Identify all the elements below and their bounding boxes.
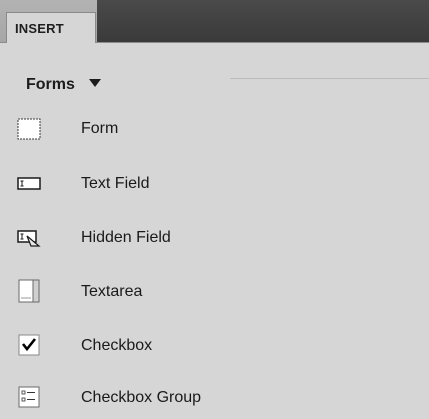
textarea-icon [18,279,40,303]
item-label-hidden-field: Hidden Field [81,229,171,246]
list-item-text-field[interactable]: Text Field [0,166,429,202]
item-label-textarea: Textarea [81,283,143,300]
category-label: Forms [26,76,75,93]
chevron-down-icon [89,78,102,87]
item-label-checkbox: Checkbox [81,337,153,354]
hidden-field-icon [17,230,41,247]
category-dropdown[interactable]: Forms [26,76,102,98]
tab-bar-background [97,0,429,42]
tab-insert-label: INSERT [15,21,64,36]
list-item-checkbox-group[interactable]: Checkbox Group [0,383,429,419]
item-label-text-field: Text Field [81,175,150,192]
item-label-checkbox-group: Checkbox Group [81,389,202,406]
panel-tab-bar: INSERT [0,0,429,43]
form-icon [17,118,41,140]
list-item-form[interactable]: Form [0,112,429,148]
list-item-checkbox[interactable]: Checkbox [0,329,429,365]
tab-insert[interactable]: INSERT [6,12,96,43]
text-field-icon [17,177,41,190]
item-label-form: Form [81,120,119,137]
category-divider [230,78,429,79]
list-item-textarea[interactable]: Textarea [0,275,429,311]
checkbox-icon [18,334,40,356]
list-item-hidden-field[interactable]: Hidden Field [0,220,429,256]
